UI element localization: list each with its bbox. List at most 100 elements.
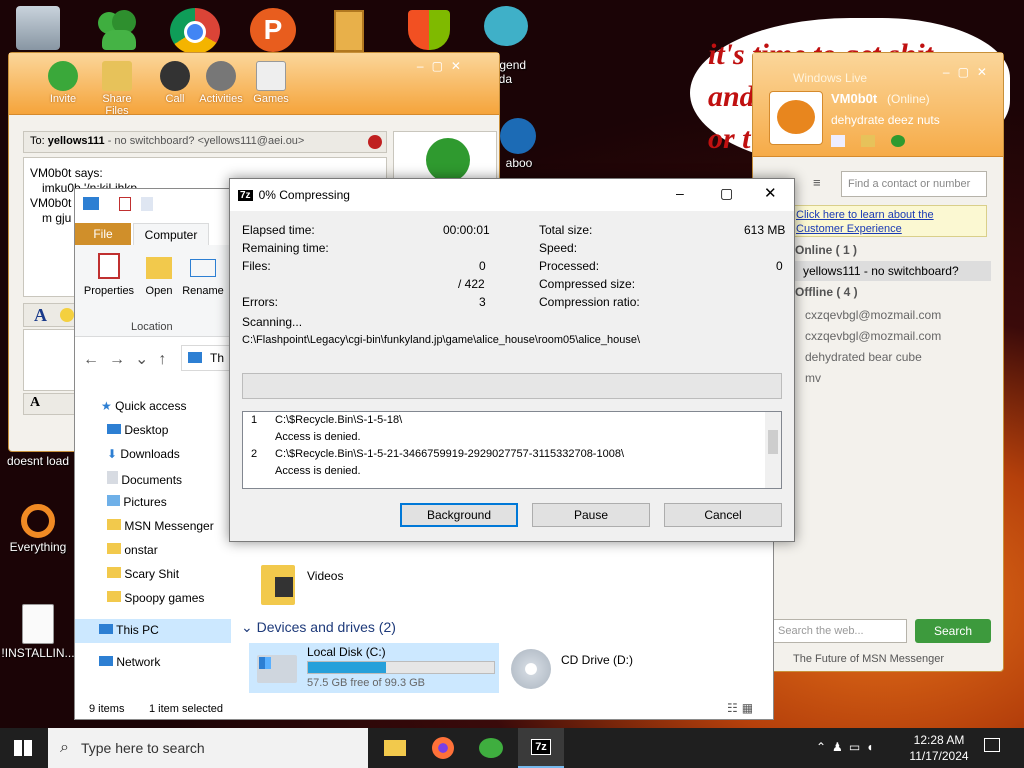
videos-folder-icon[interactable] bbox=[261, 565, 295, 605]
maximize-button[interactable]: ▢ bbox=[720, 185, 733, 202]
log-entry-message: Access is denied. bbox=[275, 465, 361, 477]
drive-c-usage-fill bbox=[308, 662, 387, 673]
msn-messenger-desktop-icon[interactable] bbox=[94, 8, 140, 52]
folder-icon[interactable] bbox=[861, 135, 875, 147]
start-windows-icon[interactable] bbox=[14, 740, 32, 756]
close-button[interactable]: ✕ bbox=[764, 184, 777, 202]
personal-message[interactable]: dehydrate deez nuts bbox=[831, 113, 940, 127]
web-search-button[interactable]: Search bbox=[915, 619, 991, 643]
taskbar-7zip[interactable]: 7z bbox=[518, 728, 564, 768]
p-app-icon[interactable]: P bbox=[250, 8, 296, 52]
archive-icon[interactable] bbox=[334, 10, 364, 52]
window-controls[interactable]: –▢✕ bbox=[943, 65, 995, 79]
invite-button[interactable]: Invite bbox=[37, 61, 89, 105]
cd-drive-icon[interactable] bbox=[511, 649, 551, 689]
legend-zilda-icon[interactable] bbox=[484, 6, 528, 46]
videos-folder-label[interactable]: Videos bbox=[307, 569, 343, 583]
contacts-header: Windows Live –▢✕ VM0b0t (Online) dehydra… bbox=[753, 53, 1003, 157]
drive-c-usage-bar bbox=[307, 661, 495, 674]
taskbar-search-box[interactable]: ⌕ Type here to search bbox=[48, 728, 368, 768]
list-view-icon[interactable]: ≡ bbox=[813, 175, 833, 191]
activities-button[interactable]: Activities bbox=[195, 61, 247, 105]
new-folder-quick-icon[interactable] bbox=[141, 197, 153, 211]
computer-icon bbox=[83, 197, 99, 210]
notification-icon[interactable] bbox=[984, 738, 1000, 752]
tab-file[interactable]: File bbox=[75, 223, 131, 245]
drive-d-name[interactable]: CD Drive (D:) bbox=[561, 653, 633, 667]
games-button[interactable]: Games bbox=[245, 61, 297, 105]
remaining-label: Remaining time: bbox=[242, 241, 329, 255]
background-button[interactable]: Background bbox=[400, 503, 518, 527]
call-button[interactable]: Call bbox=[149, 61, 201, 105]
scrollbar-thumb[interactable] bbox=[768, 430, 778, 454]
status-icon[interactable] bbox=[891, 135, 905, 147]
nav-scary-shit[interactable]: Scary Shit bbox=[107, 567, 179, 581]
block-icon[interactable] bbox=[368, 135, 382, 149]
pause-button[interactable]: Pause bbox=[532, 503, 650, 527]
contact-item-offline[interactable]: dehydrated bear cube bbox=[805, 347, 941, 368]
user-status[interactable]: (Online) bbox=[887, 92, 930, 106]
system-tray-icons[interactable]: ⌃♟▭◖ bbox=[816, 740, 879, 754]
firefox-icon bbox=[432, 737, 454, 759]
drive-c-free-space: 57.5 GB free of 99.3 GB bbox=[307, 677, 426, 689]
contact-item-online[interactable]: yellows111 - no switchboard? bbox=[791, 261, 991, 281]
contact-name[interactable]: yellows111 bbox=[48, 135, 105, 147]
online-group-header[interactable]: Online ( 1 ) bbox=[795, 243, 857, 257]
mail-icon[interactable] bbox=[831, 135, 845, 147]
taskbar-msn[interactable] bbox=[468, 728, 514, 768]
rename-button[interactable]: Rename bbox=[181, 253, 225, 297]
shma-icon[interactable] bbox=[500, 118, 536, 154]
desktop-icon-installing[interactable]: !INSTALLIN... bbox=[0, 604, 76, 660]
user-avatar[interactable] bbox=[769, 91, 823, 145]
minimize-button[interactable]: – bbox=[676, 185, 684, 201]
text-mode-icon[interactable]: A bbox=[30, 395, 40, 411]
error-log-list[interactable]: 1 C:\$Recycle.Bin\S-1-5-18\ Access is den… bbox=[242, 411, 782, 489]
nav-quick-access[interactable]: ★ Quick access bbox=[101, 399, 186, 413]
nav-desktop[interactable]: Desktop bbox=[107, 423, 168, 437]
nav-pictures[interactable]: Pictures bbox=[107, 495, 167, 509]
nav-spoopy-games[interactable]: Spoopy games bbox=[107, 591, 204, 605]
nav-arrows[interactable]: ←→⌄↑ bbox=[83, 349, 176, 369]
share-files-button[interactable]: Share Files bbox=[91, 61, 143, 117]
view-toggle-icons[interactable]: ☷▦ bbox=[727, 701, 757, 715]
properties-quick-icon[interactable] bbox=[119, 197, 131, 211]
window-controls[interactable]: –▢✕ bbox=[417, 59, 469, 73]
nav-documents[interactable]: Documents bbox=[107, 471, 182, 487]
nav-this-pc[interactable]: This PC bbox=[75, 619, 231, 643]
log-scrollbar[interactable] bbox=[765, 412, 781, 488]
contact-item-offline[interactable]: cxzqevbgl@mozmail.com bbox=[805, 326, 941, 347]
contact-item-offline[interactable]: mv bbox=[805, 368, 941, 389]
cancel-button[interactable]: Cancel bbox=[664, 503, 782, 527]
chrome-icon[interactable] bbox=[170, 8, 220, 54]
windows-shield-icon[interactable] bbox=[408, 10, 450, 50]
nav-msn-messenger[interactable]: MSN Messenger bbox=[107, 519, 214, 533]
document-icon bbox=[22, 604, 54, 644]
drives-group-header[interactable]: ⌄ Devices and drives (2) bbox=[241, 619, 396, 636]
clock[interactable]: 12:28 AM 11/17/2024 bbox=[904, 732, 974, 764]
taskbar-firefox[interactable] bbox=[420, 728, 466, 768]
open-button[interactable]: Open bbox=[141, 253, 177, 297]
clock-time: 12:28 AM bbox=[913, 733, 965, 747]
desktop-icon-everything[interactable]: Everything bbox=[0, 504, 76, 554]
user-name[interactable]: VM0b0t bbox=[831, 91, 877, 106]
aboo-label[interactable]: aboo bbox=[494, 156, 544, 170]
taskbar-file-explorer[interactable] bbox=[372, 728, 418, 768]
nav-downloads[interactable]: ⬇ Downloads bbox=[107, 447, 180, 461]
web-search-input[interactable]: Search the web... bbox=[773, 619, 907, 643]
offline-group-header[interactable]: Offline ( 4 ) bbox=[795, 285, 858, 299]
properties-button[interactable]: Properties bbox=[83, 253, 135, 297]
contact-item-offline[interactable]: cxzqevbgl@mozmail.com bbox=[805, 305, 941, 326]
nav-onstar[interactable]: onstar bbox=[107, 543, 158, 557]
emoticon-icon[interactable] bbox=[60, 308, 74, 322]
windows-logo-icon bbox=[259, 657, 271, 669]
customer-experience-link[interactable]: Click here to learn about the Customer E… bbox=[791, 205, 987, 237]
recycle-bin-icon[interactable] bbox=[16, 6, 60, 50]
desktop-icon-doesnt-load[interactable]: doesnt load bbox=[0, 454, 76, 468]
processed-value: 0 bbox=[776, 259, 783, 273]
tab-computer[interactable]: Computer bbox=[133, 223, 209, 245]
font-icon[interactable]: A bbox=[34, 305, 47, 326]
footer-link[interactable]: The Future of MSN Messenger bbox=[793, 653, 944, 665]
nav-network[interactable]: Network bbox=[99, 655, 160, 669]
contact-search-input[interactable]: Find a contact or number bbox=[841, 171, 987, 197]
drive-c[interactable]: Local Disk (C:) 57.5 GB free of 99.3 GB bbox=[249, 643, 499, 693]
